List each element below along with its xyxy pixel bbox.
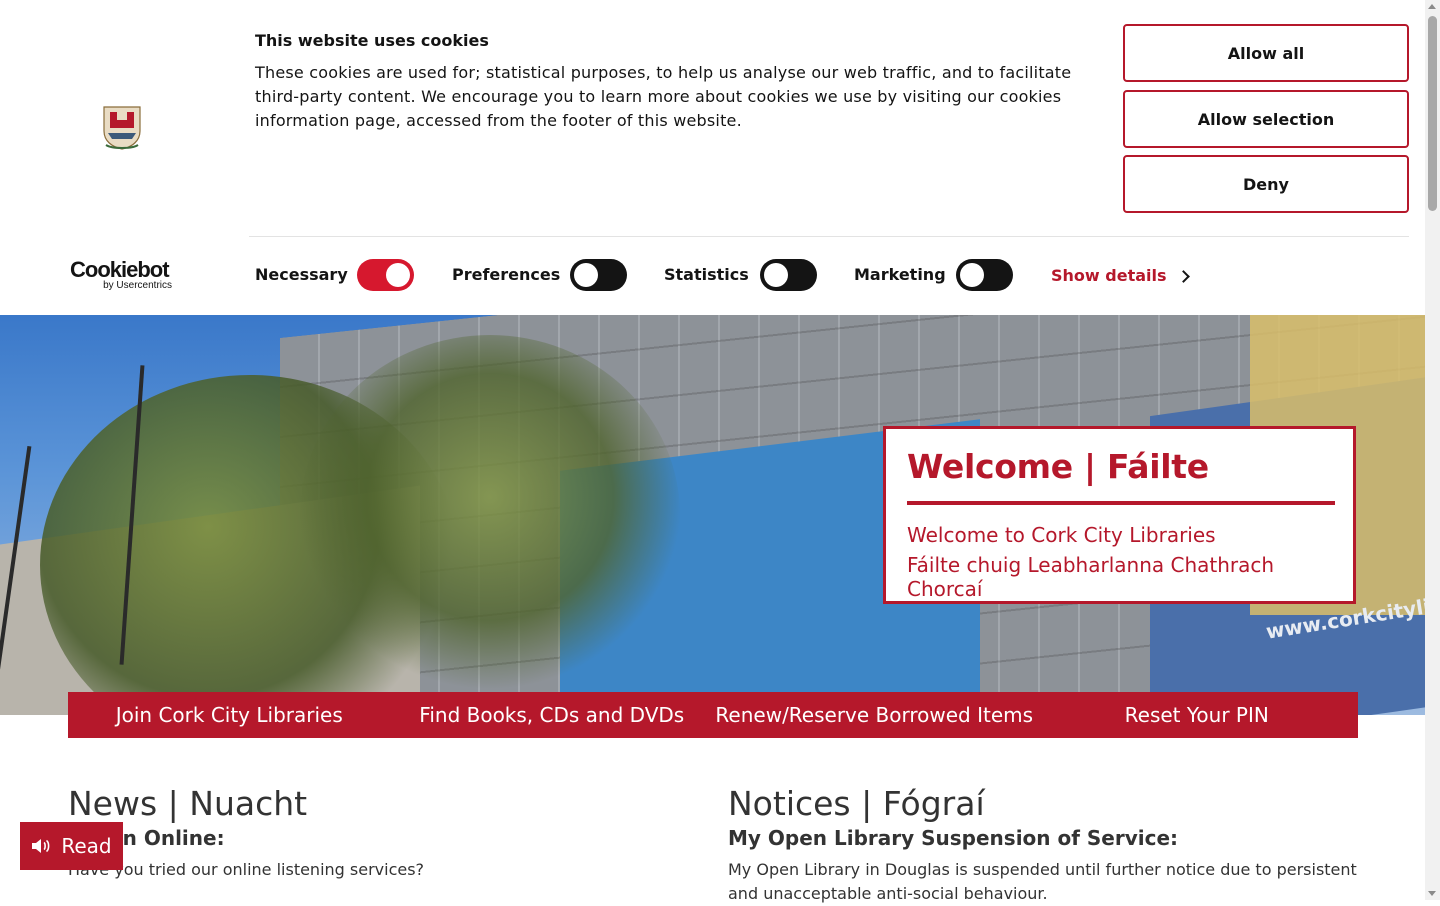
quick-link-join[interactable]: Join Cork City Libraries [68,692,391,738]
quick-link-reset-pin[interactable]: Reset Your PIN [1036,692,1359,738]
cookie-banner-title: This website uses cookies [255,31,489,50]
read-aloud-button[interactable]: Read [20,822,123,870]
notice-item-text: My Open Library in Douglas is suspended … [728,860,1357,903]
scroll-up-icon[interactable] [1428,4,1436,9]
welcome-divider [907,501,1335,505]
quick-link-find-books[interactable]: Find Books, CDs and DVDs [391,692,714,738]
necessary-label: Necessary [255,265,348,284]
cookiebot-wordmark: Cookiebot [70,257,170,282]
statistics-toggle[interactable] [760,259,817,291]
news-title: News | Nuacht [68,784,308,823]
cookie-banner: This website uses cookies These cookies … [0,0,1425,315]
cookie-banner-text: These cookies are used for; statistical … [255,63,1072,130]
cookiebot-logo: Cookiebot by Usercentrics [70,257,174,292]
page-scrollbar[interactable] [1425,0,1440,900]
statistics-label: Statistics [664,265,749,284]
speaker-icon [32,839,50,853]
scrollbar-thumb[interactable] [1428,16,1437,211]
welcome-box: Welcome | Fáilte Welcome to Cork City Li… [883,426,1356,604]
chevron-right-icon [1176,269,1190,283]
allow-all-button[interactable]: Allow all [1123,24,1409,82]
notices-title: Notices | Fógraí [728,784,985,823]
scroll-down-icon[interactable] [1428,891,1436,896]
marketing-label: Marketing [854,265,946,284]
deny-button[interactable]: Deny [1123,155,1409,213]
notice-item-title[interactable]: My Open Library Suspension of Service: [728,826,1178,850]
welcome-link-ga[interactable]: Fáilte chuig Leabharlanna Chathrach Chor… [907,553,1353,601]
show-details-label: Show details [1051,266,1167,285]
banner-divider [249,236,1409,237]
quick-link-renew-reserve[interactable]: Renew/Reserve Borrowed Items [713,692,1036,738]
cork-crest-logo [103,106,141,150]
marketing-toggle[interactable] [956,259,1013,291]
necessary-toggle[interactable] [357,259,414,291]
read-button-label: Read [61,834,112,858]
quick-links-bar: Join Cork City Libraries Find Books, CDs… [68,692,1358,738]
allow-selection-button[interactable]: Allow selection [1123,90,1409,148]
welcome-link-en[interactable]: Welcome to Cork City Libraries [907,523,1216,547]
preferences-toggle[interactable] [570,259,627,291]
show-details-link[interactable]: Show details [1051,266,1190,285]
welcome-title: Welcome | Fáilte [907,447,1209,486]
preferences-label: Preferences [452,265,561,284]
